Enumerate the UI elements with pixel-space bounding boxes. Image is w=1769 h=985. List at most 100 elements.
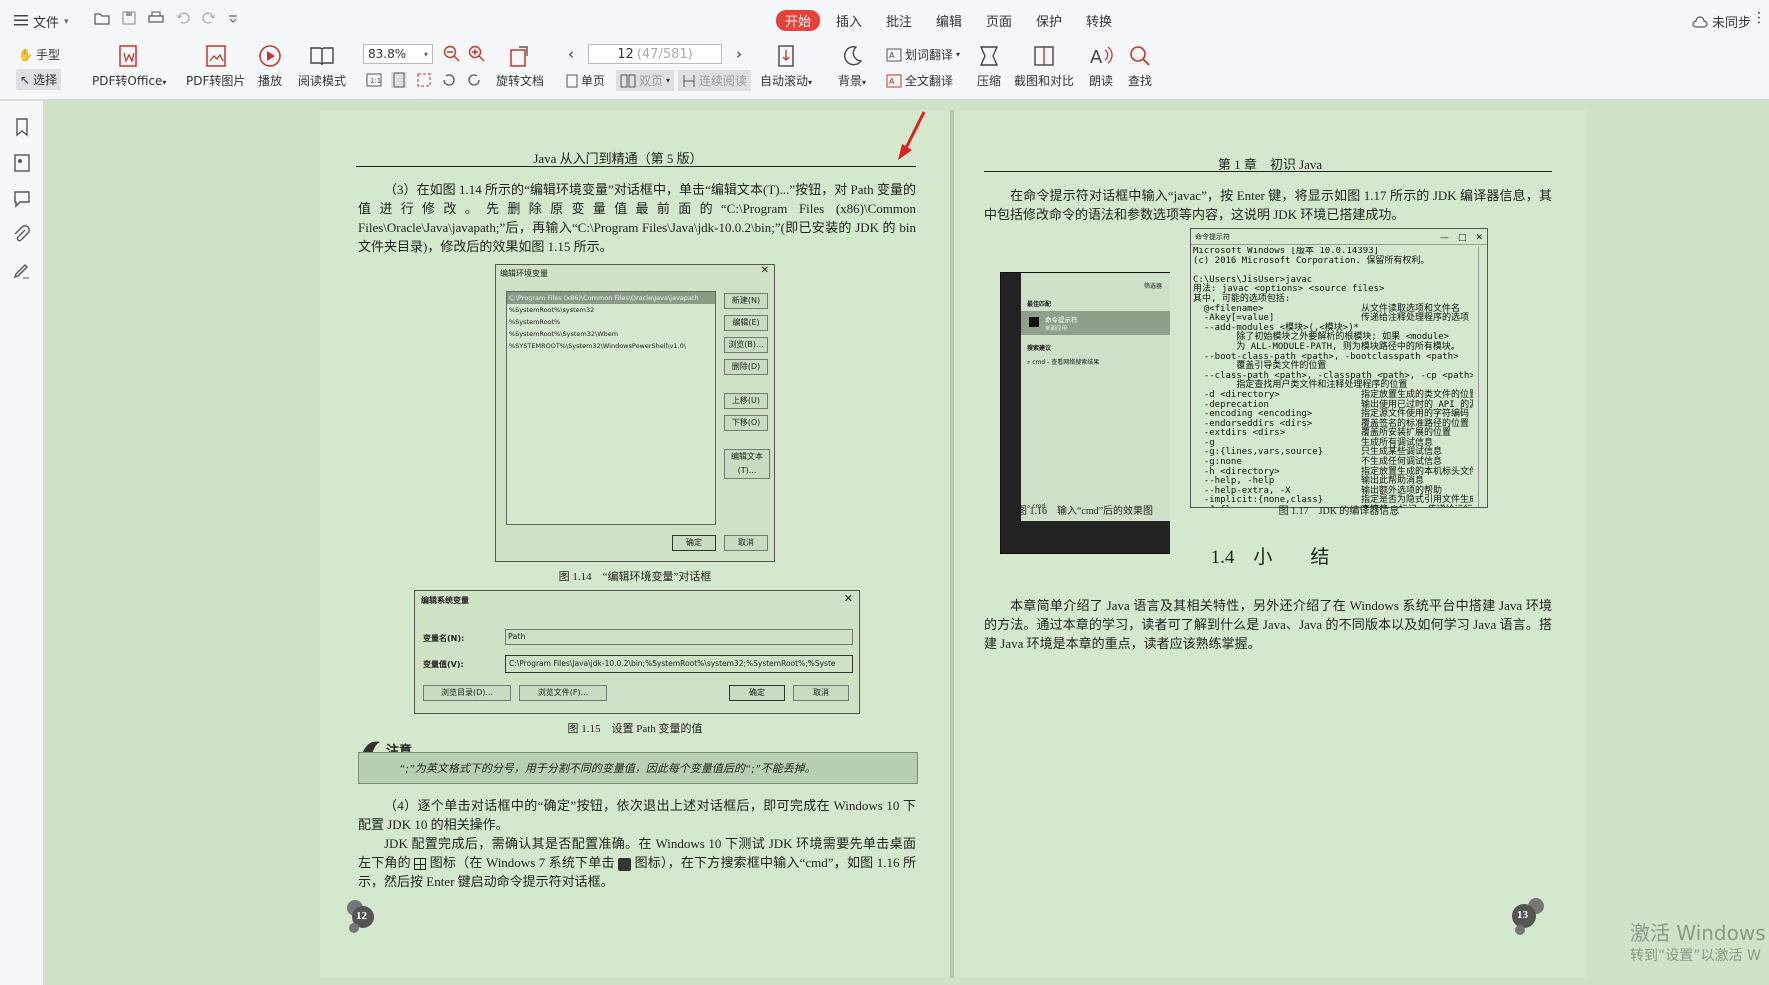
select-tool-button[interactable]: ↖ 选择: [16, 69, 62, 90]
open-folder-icon[interactable]: [94, 11, 110, 25]
find-label: 查找: [1128, 74, 1153, 88]
next-page-icon[interactable]: ›: [736, 45, 742, 63]
zoom-in-icon[interactable]: [468, 45, 486, 63]
rotate-left-icon[interactable]: [441, 72, 457, 88]
undo-icon[interactable]: [176, 11, 190, 25]
zoom-out-icon[interactable]: [443, 45, 461, 63]
tab-edit[interactable]: 编辑: [936, 11, 962, 30]
pdf-to-image-button[interactable]: PDF转图片: [186, 44, 245, 89]
compress-button[interactable]: 压缩: [977, 44, 1001, 89]
terminal-titlebar: 命令提示符 — □ ✕: [1191, 229, 1487, 245]
customize-icon[interactable]: [228, 11, 238, 25]
path-item: C:\Program Files (x86)\Common Files\Orac…: [507, 292, 715, 304]
continuous-read-button[interactable]: 连续阅读: [678, 70, 752, 91]
zoom-input[interactable]: 83.8% ▾: [363, 44, 433, 64]
app-name: 命令提示符: [1045, 316, 1078, 324]
pdf-to-office-label: PDF转Office: [92, 74, 163, 88]
left-page-header: Java 从入门到精通（第 5 版）: [533, 151, 703, 166]
pdf-to-office-button[interactable]: PDF转Office▾: [92, 44, 166, 89]
tab-start[interactable]: 开始: [776, 10, 821, 31]
prev-page-icon[interactable]: ‹: [568, 45, 574, 63]
read-aloud-icon: A: [1090, 46, 1113, 68]
read-aloud-button[interactable]: A 朗读: [1088, 44, 1114, 89]
path-item: %SYSTEMROOT%\System32\WindowsPowerShell\…: [509, 342, 686, 350]
best-match-label: 最佳匹配: [1027, 301, 1052, 308]
read-mode-label: 阅读模式: [298, 74, 347, 88]
page-number-badge: 12: [346, 900, 380, 934]
zoom-value: 83.8%: [368, 47, 407, 61]
double-page-button[interactable]: 双页 ▾: [616, 70, 675, 91]
full-translate-label: 全文翻译: [905, 74, 954, 88]
pdf-to-image-label: PDF转图片: [186, 74, 246, 88]
chevron-down-icon: ▾: [64, 16, 69, 27]
svg-text:A: A: [1090, 47, 1103, 68]
thumbnail-icon[interactable]: [12, 153, 32, 173]
more-icon[interactable]: ⋮: [1752, 10, 1766, 26]
para5-part-b: 图标（在 Windows 7 系统下单击: [429, 855, 615, 870]
fit-width-icon[interactable]: [416, 72, 432, 88]
ok-button: 确定: [729, 685, 785, 701]
window-controls: — □ ✕: [1439, 233, 1483, 243]
full-translate-icon: A: [886, 74, 902, 87]
path-item: %SystemRoot%\system32: [509, 306, 595, 314]
cloud-icon: [1692, 15, 1708, 28]
summary-para: 本章简单介绍了 Java 语言及其相关特性，另外还介绍了在 Windows 系统…: [984, 598, 1552, 651]
screenshot-compare-button[interactable]: 截图和对比: [1014, 44, 1074, 89]
note-text: “;”为英文格式下的分号，用于分割不同的变量值，因此每个变量值后的“;”不能丢掉…: [399, 763, 816, 775]
redo-icon[interactable]: [202, 11, 216, 25]
fit-page-icon[interactable]: [391, 72, 407, 88]
continuous-icon: [683, 74, 695, 87]
hand-tool-button[interactable]: ✋ 手型: [18, 46, 60, 63]
actual-size-icon[interactable]: 1:1: [366, 72, 382, 88]
signature-icon[interactable]: [12, 261, 32, 281]
left-para-5: JDK 配置完成后，需确认其是否配置准确。在 Windows 10 下测试 JD…: [358, 834, 916, 891]
svg-text:1:1: 1:1: [370, 77, 381, 85]
page-info: (47/581): [636, 46, 693, 62]
full-translate-button[interactable]: A 全文翻译: [886, 72, 953, 89]
windows-start-icon: [414, 858, 427, 871]
tab-convert[interactable]: 转换: [1086, 11, 1112, 30]
sync-status[interactable]: 未同步: [1692, 12, 1751, 31]
word-translate-button[interactable]: A 划词翻译 ▾: [886, 46, 960, 63]
read-aloud-label: 朗读: [1088, 74, 1113, 88]
suggest-item-text: cmd - 查看网络搜索结果: [1032, 359, 1100, 366]
tab-page[interactable]: 页面: [986, 11, 1012, 30]
page-number-input[interactable]: 12 (47/581): [588, 44, 722, 64]
page-number-left: 12: [356, 910, 367, 922]
chevron-down-icon: ▾: [423, 49, 428, 59]
tab-insert[interactable]: 插入: [836, 11, 862, 30]
moon-icon: [844, 46, 863, 66]
rotate-doc-button[interactable]: 旋转文档: [496, 44, 544, 89]
background-button[interactable]: 背景▾: [838, 44, 866, 89]
file-menu[interactable]: 文件 ▾: [14, 12, 69, 31]
play-button[interactable]: 播放: [258, 44, 282, 89]
compress-label: 压缩: [977, 74, 1002, 88]
translate-icon: A: [886, 48, 902, 61]
comment-icon[interactable]: [12, 189, 32, 209]
rotate-right-icon[interactable]: [466, 72, 482, 88]
pdf-to-office-icon: [119, 45, 137, 67]
background-label: 背景: [838, 74, 863, 88]
search-icon: [1130, 46, 1150, 66]
tab-protect[interactable]: 保护: [1036, 11, 1062, 30]
best-match-item: 命令提示符 桌面应用: [1021, 311, 1170, 335]
attachment-icon[interactable]: [12, 225, 32, 245]
edit-text-button: 编辑文本(T)...: [724, 449, 770, 479]
find-button[interactable]: 查找: [1128, 44, 1152, 89]
path-item: %SystemRoot%: [509, 318, 561, 326]
dialog-title: 编辑环境变量: [500, 269, 548, 278]
figure-edit-sys-var-dialog: 编辑系统变量 ✕ 变量名(N): Path 变量值(V): C:\Program…: [414, 590, 860, 714]
auto-scroll-icon: [778, 45, 794, 67]
tab-annotate[interactable]: 批注: [886, 11, 912, 30]
single-page-button[interactable]: 单页: [566, 72, 605, 89]
print-icon[interactable]: [148, 11, 164, 25]
auto-scroll-button[interactable]: 自动滚动▾: [760, 44, 812, 89]
save-icon[interactable]: [122, 11, 136, 25]
left-page: Java 从入门到精通（第 5 版） （3）在如图 1.14 所示的“编辑环境变…: [320, 110, 950, 978]
watermark-line-1: 激活 Windows: [1630, 921, 1766, 945]
cmd-app-icon: [1029, 317, 1039, 327]
read-mode-button[interactable]: 阅读模式: [298, 44, 346, 89]
bookmark-icon[interactable]: [12, 117, 32, 137]
hand-tool-label: 手型: [35, 48, 60, 62]
select-tool-label: 选择: [33, 73, 58, 87]
